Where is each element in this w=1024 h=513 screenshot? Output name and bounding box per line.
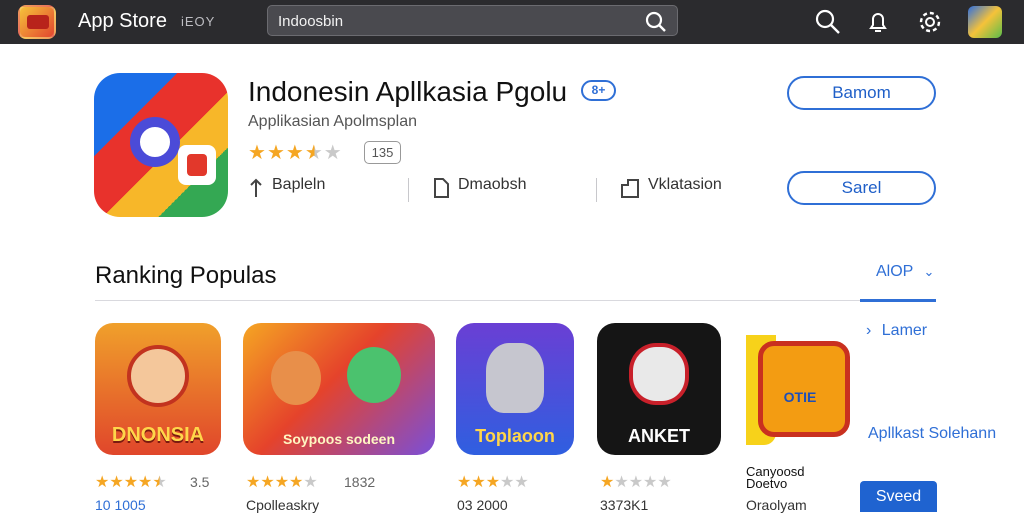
star-icon: ★ <box>260 474 275 491</box>
bell-icon[interactable] <box>864 8 892 36</box>
card-score: 1832 <box>344 474 376 490</box>
info-icon <box>620 177 640 204</box>
star-icon: ★ <box>628 474 644 491</box>
star-icon: ★ <box>304 142 324 164</box>
app-card-label: DNONSIA <box>111 424 205 446</box>
star-icon: ★ <box>152 474 167 491</box>
star-icon: ★ <box>285 142 305 164</box>
app-card-icon[interactable]: DNONSIA <box>95 323 221 455</box>
top-bar: App Store iEOY <box>0 0 1024 44</box>
rating-count: 135 <box>364 141 401 164</box>
star-icon: ★ <box>600 474 615 491</box>
section-divider-accent <box>860 299 936 302</box>
gear-icon[interactable] <box>916 8 944 36</box>
app-icon <box>94 73 228 217</box>
card-meta: 10 1005 <box>95 497 146 513</box>
store-title: App Store <box>78 10 167 32</box>
meta-label: Dmaobsh <box>458 176 527 193</box>
search-icon[interactable] <box>814 8 842 36</box>
section-title: Ranking Populas <box>95 262 277 289</box>
star-icon: ★ <box>266 142 286 164</box>
app-card-label: OTIE <box>783 389 817 405</box>
app-card-label: Soypoos sodeen <box>282 431 396 447</box>
save-button[interactable]: Sveed <box>860 481 937 512</box>
star-icon: ★ <box>246 474 261 491</box>
avatar[interactable] <box>968 6 1002 38</box>
app-card-icon[interactable]: ANKET <box>597 323 721 455</box>
star-icon: ★ <box>500 474 515 491</box>
app-card-label: Toplaoon <box>475 426 555 446</box>
sort-dropdown[interactable]: AlOP ⌄ <box>876 263 934 281</box>
document-icon <box>432 177 450 204</box>
card-meta: 3373K1 <box>600 497 649 513</box>
divider <box>596 178 597 202</box>
primary-action-button[interactable]: Bamom <box>787 76 936 110</box>
star-icon: ★ <box>248 142 267 164</box>
app-card-icon[interactable]: OTIE <box>746 323 854 455</box>
star-icon: ★ <box>274 474 290 491</box>
search-input[interactable] <box>278 10 638 32</box>
search-icon[interactable] <box>645 11 667 38</box>
star-icon: ★ <box>657 474 672 491</box>
star-icon: ★ <box>109 474 124 491</box>
meta-label: Bapleln <box>272 176 326 193</box>
star-icon: ★ <box>138 474 153 491</box>
card-rating-stars: ★★★★★ <box>457 472 529 492</box>
sort-label: AlOP <box>876 263 914 280</box>
divider <box>408 178 409 202</box>
see-more-sub-link[interactable]: Apllkast Solehann <box>868 425 996 443</box>
app-icon-ring <box>130 117 180 167</box>
star-icon: ★ <box>471 474 486 491</box>
see-more-link[interactable]: › Lamer <box>866 322 927 340</box>
meta-label: Vklatasion <box>648 176 722 193</box>
app-card-icon[interactable]: Toplaoon <box>456 323 574 455</box>
star-icon: ★ <box>289 474 304 491</box>
see-more-label: Lamer <box>881 322 928 339</box>
star-icon: ★ <box>457 474 472 491</box>
chevron-down-icon: ⌄ <box>923 264 935 279</box>
star-icon: ★ <box>123 474 139 491</box>
app-icon-badge <box>178 145 216 185</box>
app-card-icon[interactable]: Soypoos sodeen <box>243 323 435 455</box>
card-meta: 03 2000 <box>457 497 508 513</box>
star-icon: ★ <box>485 474 501 491</box>
star-icon: ★ <box>643 474 658 491</box>
star-icon: ★ <box>614 474 629 491</box>
star-icon: ★ <box>514 474 529 491</box>
secondary-action-button[interactable]: Sarel <box>787 171 936 205</box>
store-logo-mark <box>27 15 49 29</box>
share-icon <box>248 177 264 204</box>
card-rating-stars: ★★★★★ <box>95 472 167 492</box>
section-divider <box>95 300 936 301</box>
app-title: Indonesin Apllkasia Pgolu <box>248 76 568 107</box>
card-rating-stars: ★★★★★ <box>246 472 318 492</box>
card-score: 3.5 <box>190 474 210 490</box>
search-bar[interactable] <box>267 5 678 36</box>
star-icon: ★ <box>95 474 110 491</box>
card-meta: Cpolleaskry <box>246 497 320 513</box>
card-meta: Oraolyam <box>746 497 807 513</box>
store-logo[interactable] <box>18 5 56 39</box>
star-icon: ★ <box>323 142 343 164</box>
age-rating-badge: 8+ <box>581 80 616 101</box>
chevron-right-icon: › <box>866 322 872 339</box>
star-icon: ★ <box>303 474 318 491</box>
store-subtitle: iEOY <box>181 14 216 29</box>
app-rating-stars: ★★★★★ <box>248 140 343 165</box>
app-card-caption: Canyoosd Doetvo <box>746 464 805 491</box>
card-rating-stars: ★★★★★ <box>600 472 672 492</box>
app-developer[interactable]: Applikasian Apolmsplan <box>248 113 417 131</box>
app-card-label: ANKET <box>628 426 690 446</box>
